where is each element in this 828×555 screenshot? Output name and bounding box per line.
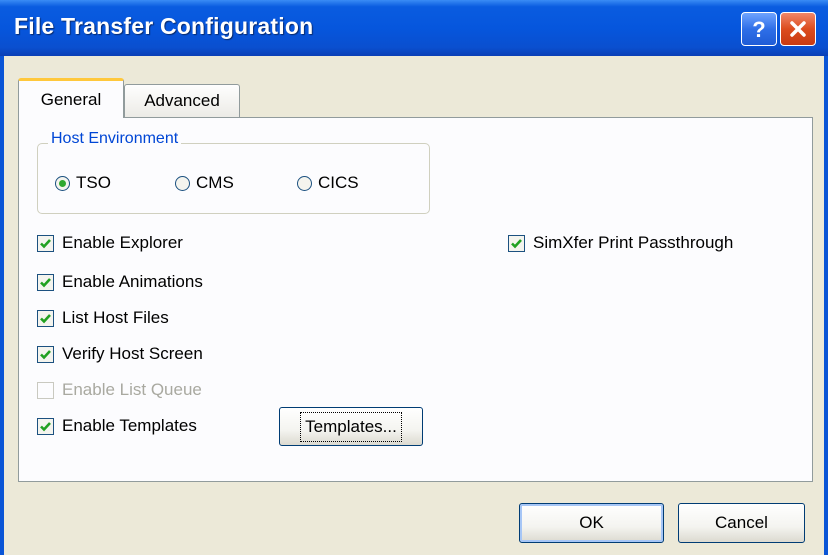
templates-button[interactable]: Templates... <box>279 407 423 446</box>
checkmark-icon <box>40 313 51 323</box>
ok-button[interactable]: OK <box>519 503 664 543</box>
checkbox-box <box>37 381 54 399</box>
checkmark-icon <box>40 349 51 359</box>
host-environment-label: Host Environment <box>48 130 182 148</box>
radio-cics-label: CICS <box>318 173 359 192</box>
radio-cics[interactable]: CICS <box>297 173 359 193</box>
checkbox-enable-animations[interactable]: Enable Animations <box>37 272 203 292</box>
checkmark-icon <box>40 238 51 248</box>
window-frame-right <box>824 56 828 555</box>
checkbox-box[interactable] <box>37 309 54 327</box>
checkbox-verify-host-screen-label: Verify Host Screen <box>62 344 203 363</box>
checkbox-simxfer-print-passthrough[interactable]: SimXfer Print Passthrough <box>508 233 733 253</box>
close-button[interactable] <box>780 12 816 46</box>
checkbox-simxfer-print-passthrough-label: SimXfer Print Passthrough <box>533 233 734 252</box>
templates-button-label: Templates... <box>300 411 402 442</box>
help-button[interactable]: ? <box>741 12 777 46</box>
cancel-button-label: Cancel <box>715 513 768 532</box>
radio-button-cms[interactable] <box>175 175 190 191</box>
radio-button-cics[interactable] <box>297 175 312 191</box>
tab-advanced[interactable]: Advanced <box>124 84 240 117</box>
checkbox-enable-list-queue: Enable List Queue <box>37 380 202 400</box>
checkbox-enable-templates[interactable]: Enable Templates <box>37 416 197 436</box>
close-icon <box>790 21 806 37</box>
cancel-button[interactable]: Cancel <box>678 503 805 543</box>
checkbox-box[interactable] <box>37 345 54 363</box>
radio-cms-label: CMS <box>196 173 234 192</box>
checkbox-box[interactable] <box>37 234 54 252</box>
tab-general-label: General <box>40 89 102 109</box>
svg-text:?: ? <box>752 17 765 41</box>
checkbox-list-host-files[interactable]: List Host Files <box>37 308 169 328</box>
checkbox-box[interactable] <box>508 234 525 252</box>
checkbox-verify-host-screen[interactable]: Verify Host Screen <box>37 344 203 364</box>
radio-button-tso[interactable] <box>55 175 70 191</box>
tab-advanced-label: Advanced <box>144 91 220 110</box>
window-frame-left <box>0 56 4 555</box>
checkbox-box[interactable] <box>37 417 54 435</box>
checkbox-list-host-files-label: List Host Files <box>62 308 169 327</box>
radio-cms[interactable]: CMS <box>175 173 234 193</box>
checkmark-icon <box>40 421 51 431</box>
checkbox-box[interactable] <box>37 273 54 291</box>
checkbox-enable-explorer[interactable]: Enable Explorer <box>37 233 183 253</box>
window-title: File Transfer Configuration <box>14 13 314 39</box>
help-icon: ? <box>752 17 765 41</box>
checkbox-enable-animations-label: Enable Animations <box>62 272 203 291</box>
radio-tso[interactable]: TSO <box>55 173 111 193</box>
radio-selected-dot <box>59 179 66 187</box>
ok-button-label: OK <box>579 513 604 532</box>
radio-tso-label: TSO <box>76 173 111 192</box>
checkbox-enable-list-queue-label: Enable List Queue <box>62 380 202 399</box>
checkbox-enable-explorer-label: Enable Explorer <box>62 233 183 252</box>
tab-general[interactable]: General <box>18 78 124 118</box>
title-bar[interactable]: File Transfer Configuration ? <box>0 0 828 56</box>
checkbox-enable-templates-label: Enable Templates <box>62 416 197 435</box>
file-transfer-configuration-dialog: File Transfer Configuration ? Advanced G… <box>0 0 828 555</box>
checkmark-icon <box>511 238 522 248</box>
checkmark-icon <box>40 277 51 287</box>
